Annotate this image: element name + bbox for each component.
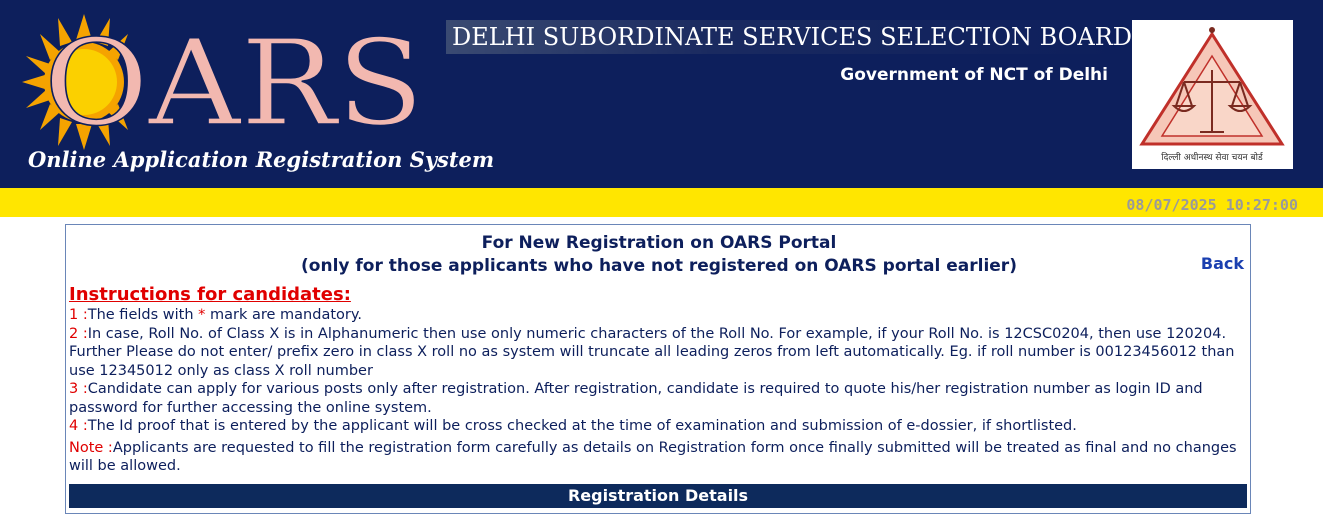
instructions-list: 1 :The fields with * mark are mandatory.… [69, 306, 1247, 476]
dsssb-emblem: दिल्ली अधीनस्थ सेवा चयन बोर्ड [1132, 20, 1293, 169]
instruction-number: 1 : [69, 307, 88, 323]
instruction-text: In case, Roll No. of Class X is in Alpha… [69, 325, 1235, 379]
note-text: Applicants are requested to fill the reg… [69, 439, 1237, 475]
yellow-strip [0, 188, 1323, 217]
emblem-text: दिल्ली अधीनस्थ सेवा चयन बोर्ड [1161, 151, 1263, 163]
instruction-item: 1 :The fields with * mark are mandatory. [69, 306, 1247, 325]
government-label: Government of NCT of Delhi [840, 65, 1108, 85]
instruction-text: Candidate can apply for various posts on… [69, 381, 1203, 416]
board-title: DELHI SUBORDINATE SERVICES SELECTION BOA… [446, 20, 1132, 54]
note: Note :Applicants are requested to fill t… [69, 439, 1247, 476]
oars-logo: OARS [22, 13, 425, 152]
registration-panel: For New Registration on OARS Portal (onl… [65, 224, 1251, 514]
note-label: Note : [69, 439, 113, 456]
site-header: OARS Online Application Registration Sys… [0, 0, 1323, 188]
instruction-number: 3 : [69, 381, 88, 397]
back-link[interactable]: Back [1201, 254, 1244, 273]
logo-text: OARS [44, 14, 424, 152]
current-datetime: 08/07/2025 10:27:00 [1126, 196, 1298, 214]
instruction-item: 4 :The Id proof that is entered by the a… [69, 417, 1247, 436]
tagline: Online Application Registration System [28, 147, 495, 172]
instruction-number: 4 : [69, 418, 88, 434]
instructions-heading: Instructions for candidates: [69, 284, 351, 305]
instruction-text: The fields with [87, 307, 199, 323]
registration-details-header: Registration Details [69, 484, 1247, 508]
instruction-item: 2 :In case, Roll No. of Class X is in Al… [69, 325, 1247, 381]
page-title: For New Registration on OARS Portal [481, 233, 837, 253]
dot-icon [1209, 27, 1215, 33]
instruction-number: 2 : [69, 325, 88, 342]
instruction-text: The Id proof that is entered by the appl… [87, 418, 1077, 434]
instruction-text: mark are mandatory. [205, 307, 362, 323]
instruction-item: 3 :Candidate can apply for various posts… [69, 380, 1247, 417]
page-subtitle: (only for those applicants who have not … [301, 256, 1017, 276]
